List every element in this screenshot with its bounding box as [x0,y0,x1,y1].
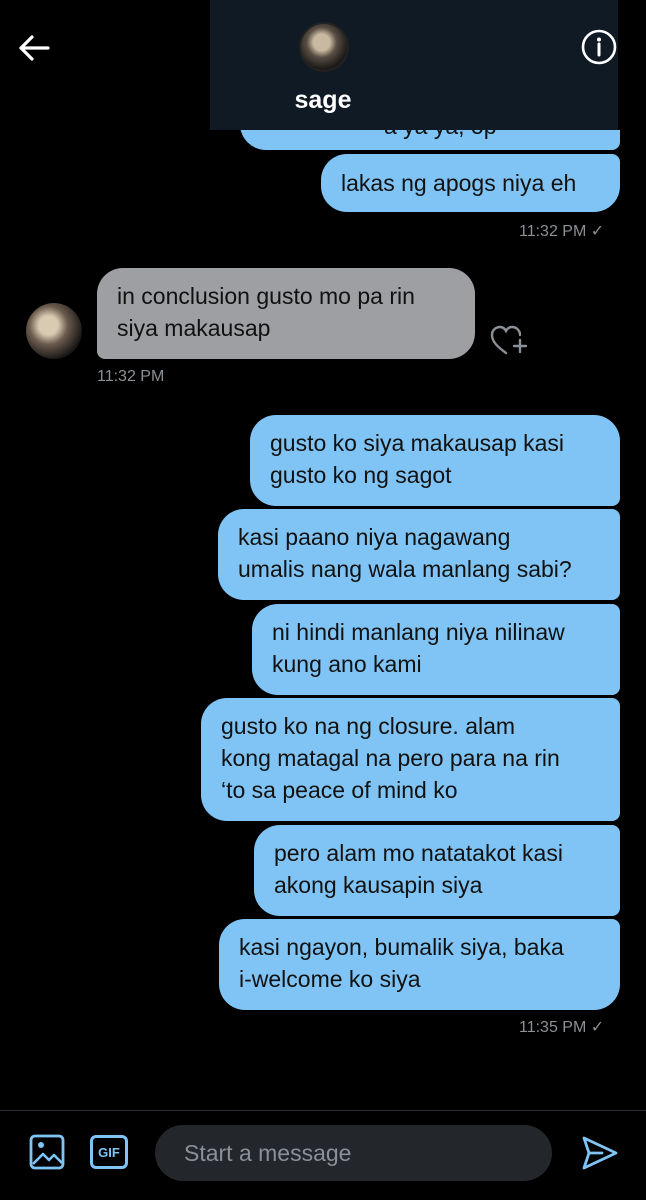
message-bubble[interactable]: kasi ngayon, bumalik siya, baka i-welcom… [219,919,620,1010]
message-timestamp: 11:35 PM ✓ [519,1019,605,1036]
message-timestamp: 11:32 PM ✓ [519,223,605,240]
info-icon[interactable] [580,28,618,66]
image-icon[interactable] [28,1133,66,1171]
message-bubble[interactable]: gusto ko siya makausap kasi gusto ko ng … [250,415,620,506]
send-icon[interactable] [580,1133,620,1173]
contact-avatar[interactable] [26,303,82,359]
back-arrow-icon[interactable] [16,30,52,66]
message-bubble[interactable]: kasi paano niya nagawang umalis nang wal… [218,509,620,600]
message-bubble[interactable]: pero alam mo natatakot kasi akong kausap… [254,825,620,916]
message-bubble[interactable]: lakas ng apogs niya eh [321,154,620,212]
message-timestamp: 11:32 PM [97,368,165,385]
message-composer: GIF [0,1110,646,1200]
heart-plus-icon[interactable] [488,322,528,358]
conversation-header: sage [0,0,646,130]
message-bubble[interactable]: gusto ko na ng closure. alam kong mataga… [201,698,620,821]
message-bubble-received[interactable]: in conclusion gusto mo pa rin siya makau… [97,268,475,359]
message-bubble[interactable]: ni hindi manlang niya nilinaw kung ano k… [252,604,620,695]
conversation-title[interactable]: sage [0,86,646,115]
gif-icon[interactable]: GIF [90,1135,128,1169]
contact-avatar[interactable] [299,22,349,72]
message-input[interactable] [155,1125,552,1181]
